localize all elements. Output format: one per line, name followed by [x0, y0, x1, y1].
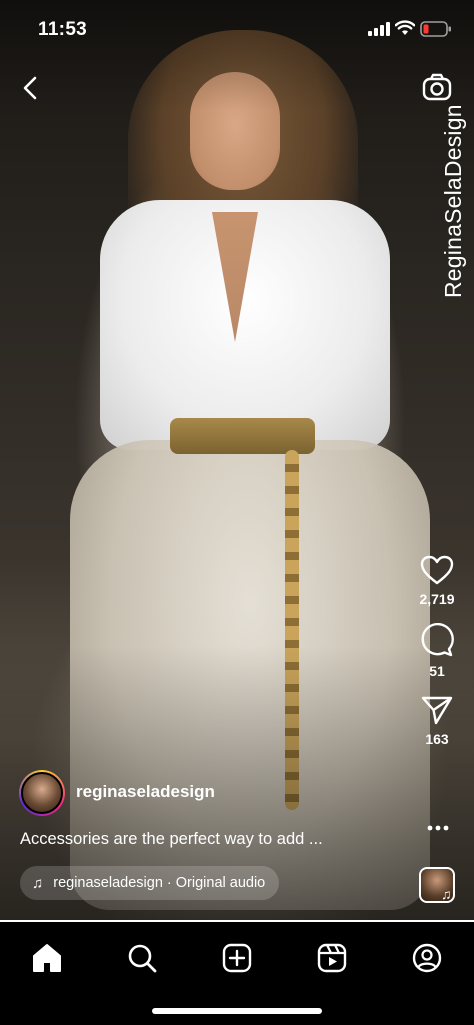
heart-icon[interactable] [420, 555, 454, 585]
cellular-signal-icon [368, 22, 390, 36]
reels-icon [317, 943, 347, 973]
action-column: 2,719 51 163 [408, 555, 466, 763]
like-action[interactable]: 2,719 [408, 555, 466, 607]
music-note-icon: ♫ [32, 874, 44, 892]
share-count: 163 [425, 731, 449, 747]
comment-count: 51 [429, 663, 445, 679]
post-username[interactable]: reginaseladesign [76, 782, 215, 802]
nav-search[interactable] [122, 938, 162, 978]
post-caption[interactable]: Accessories are the perfect way to add .… [20, 830, 323, 849]
audio-label: reginaseladesign · Original audio [53, 875, 266, 891]
status-time: 11:53 [38, 19, 88, 40]
avatar-story-ring[interactable] [19, 770, 65, 816]
profile-icon [412, 943, 442, 973]
comment-bubble-icon[interactable] [420, 623, 454, 657]
more-options-button[interactable] [423, 818, 453, 838]
back-button[interactable] [14, 72, 46, 104]
create-icon [222, 943, 252, 973]
music-note-icon: ♫ [441, 886, 452, 902]
paper-plane-icon[interactable] [421, 695, 453, 725]
comment-action[interactable]: 51 [408, 623, 466, 679]
audio-attribution[interactable]: ♫ reginaseladesign · Original audio [20, 866, 280, 900]
nav-profile[interactable] [407, 938, 447, 978]
avatar[interactable] [21, 772, 63, 814]
wifi-icon [395, 20, 415, 35]
like-count: 2,719 [419, 591, 455, 607]
nav-home[interactable] [27, 938, 67, 978]
video-watermark: ReginaSelaDesign [418, 92, 466, 302]
video-vignette [0, 0, 474, 922]
search-icon [128, 944, 157, 973]
nav-create[interactable] [217, 938, 257, 978]
bottom-navigation [0, 922, 474, 1025]
chevron-left-icon [23, 76, 37, 100]
reel-video[interactable] [0, 0, 474, 922]
home-icon [33, 944, 61, 972]
status-bar: 11:53 [0, 0, 474, 60]
battery-icon [420, 21, 451, 37]
home-indicator [152, 1008, 322, 1014]
watermark-text: ReginaSelaDesign [440, 104, 466, 298]
share-action[interactable]: 163 [408, 695, 466, 747]
nav-reels[interactable] [312, 938, 352, 978]
more-horizontal-icon [427, 825, 449, 831]
